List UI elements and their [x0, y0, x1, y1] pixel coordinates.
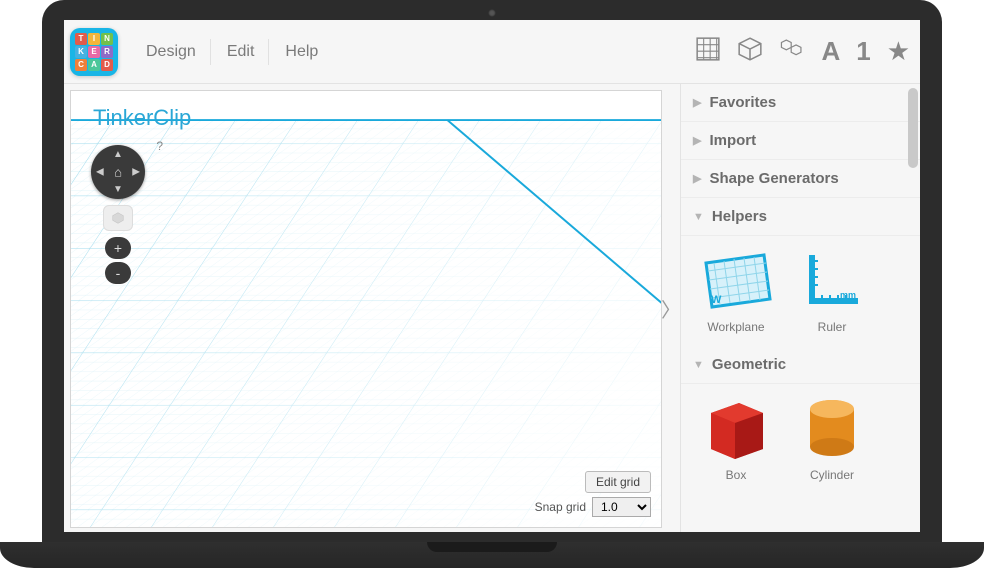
orbit-up-icon[interactable]: ▲	[113, 149, 123, 160]
text-tool-icon[interactable]: A	[821, 36, 840, 67]
laptop-base	[0, 542, 984, 568]
workplane-icon[interactable]	[695, 36, 721, 67]
menu-help[interactable]: Help	[271, 39, 332, 65]
favorite-star-icon[interactable]: ★	[887, 36, 910, 67]
chevron-down-icon: ▼	[693, 211, 704, 223]
chevron-right-icon: ▶	[693, 134, 701, 147]
sidebar-collapse-handle[interactable]: 〉	[662, 84, 680, 532]
svg-text:mm: mm	[840, 290, 856, 300]
zoom-out-button[interactable]: -	[105, 262, 131, 284]
laptop-camera	[488, 9, 496, 17]
section-shape-generators[interactable]: ▶ Shape Generators	[681, 160, 920, 198]
svg-text:W: W	[711, 294, 722, 306]
snap-grid-label: Snap grid	[535, 500, 586, 514]
shape-box[interactable]: Box	[697, 394, 775, 482]
box3d-icon[interactable]	[737, 36, 763, 67]
orbit-right-icon[interactable]: ▶	[132, 167, 140, 178]
tinkercad-logo[interactable]: TIN KER CAD	[70, 28, 118, 76]
shape-label: Ruler	[818, 320, 847, 334]
shape-label: Box	[726, 468, 747, 482]
shape-cylinder[interactable]: Cylinder	[793, 394, 871, 482]
shapes-sidebar: ▶ Favorites ▶ Import ▶ Shape Generators …	[680, 84, 920, 532]
orbit-down-icon[interactable]: ▼	[113, 184, 123, 195]
canvas[interactable]: TinkerClip	[70, 90, 662, 528]
chevron-down-icon: ▼	[693, 359, 704, 371]
help-hint-icon[interactable]: ?	[156, 139, 163, 153]
shape-label: Cylinder	[810, 468, 854, 482]
scrollbar-thumb[interactable]	[908, 88, 918, 168]
zoom-in-button[interactable]: +	[105, 237, 131, 259]
view-orbit-control[interactable]: ? ▲ ▼ ▶ ◀ ⌂	[91, 145, 145, 199]
section-import[interactable]: ▶ Import	[681, 122, 920, 160]
helper-ruler[interactable]: mm Ruler	[793, 246, 871, 334]
shape-label: Workplane	[707, 320, 764, 334]
section-helpers[interactable]: ▼ Helpers	[681, 198, 920, 236]
menu-design[interactable]: Design	[132, 39, 211, 65]
number-tool-icon[interactable]: 1	[856, 36, 870, 67]
chevron-right-icon: ▶	[693, 96, 701, 109]
snap-grid-select[interactable]: 1.0	[592, 497, 651, 517]
toolbar: TIN KER CAD Design Edit Help	[64, 20, 920, 84]
project-title: TinkerClip	[93, 105, 191, 131]
home-view-icon[interactable]: ⌂	[114, 165, 122, 180]
chevron-right-icon: ▶	[693, 172, 701, 185]
helper-workplane[interactable]: W Workplane	[697, 246, 775, 334]
fit-view-button[interactable]	[103, 205, 133, 231]
section-geometric[interactable]: ▼ Geometric	[681, 346, 920, 384]
edit-grid-button[interactable]: Edit grid	[585, 471, 651, 493]
menu-edit[interactable]: Edit	[213, 39, 270, 65]
group-icon[interactable]	[779, 36, 805, 67]
section-favorites[interactable]: ▶ Favorites	[681, 84, 920, 122]
workplane-grid	[71, 91, 661, 527]
orbit-left-icon[interactable]: ◀	[96, 167, 104, 178]
